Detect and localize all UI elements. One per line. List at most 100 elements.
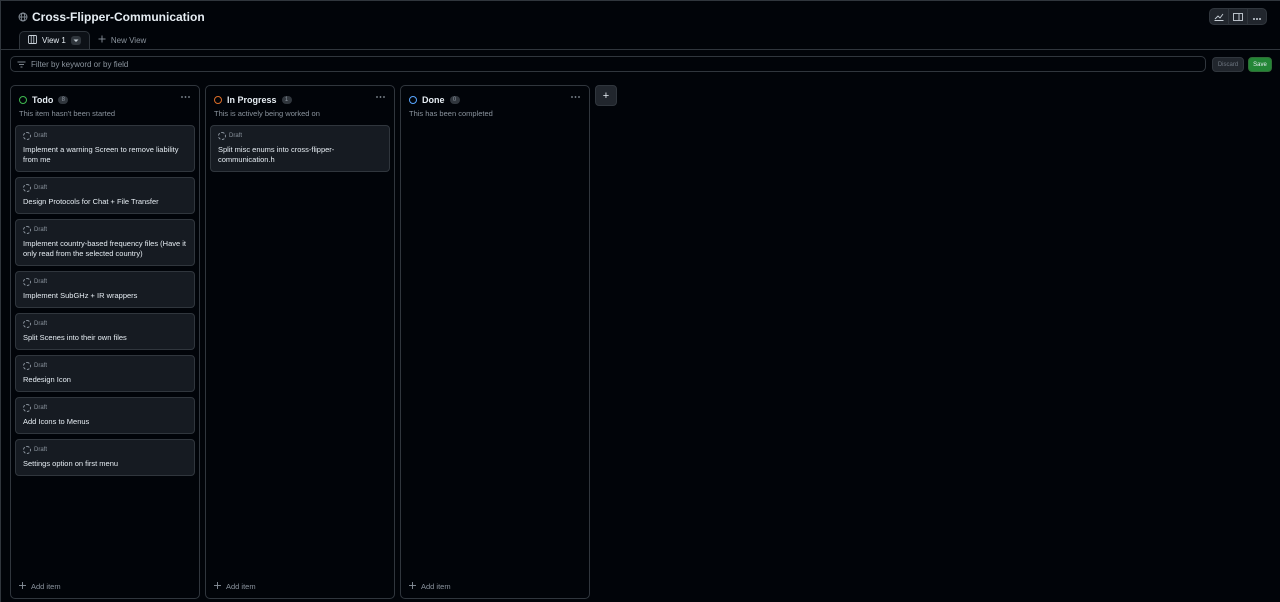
column-title: Todo <box>32 95 54 105</box>
board-card[interactable]: Draft Implement country-based frequency f… <box>15 219 195 266</box>
discard-button[interactable]: Discard <box>1212 57 1244 72</box>
draft-icon <box>23 184 31 192</box>
card-title[interactable]: Settings option on first menu <box>23 459 188 469</box>
kebab-icon <box>570 91 581 102</box>
draft-row: Draft <box>23 226 188 234</box>
insights-button[interactable] <box>1210 9 1229 24</box>
title-row: Cross-Flipper-Communication <box>18 10 205 24</box>
graph-icon <box>1214 9 1224 24</box>
column-description: This has been completed <box>409 109 493 118</box>
status-circle-icon <box>214 96 222 104</box>
chevron-down-icon <box>73 36 79 45</box>
filter-input[interactable] <box>31 59 631 69</box>
sidebar-icon <box>1233 9 1243 24</box>
draft-row: Draft <box>23 184 188 192</box>
draft-row: Draft <box>23 446 188 454</box>
draft-label: Draft <box>34 321 48 327</box>
count-badge: 1 <box>281 96 292 104</box>
globe-icon <box>18 12 28 22</box>
add-item-button[interactable]: Add item <box>409 582 451 591</box>
plus-icon <box>409 582 416 591</box>
filter-icon <box>17 55 26 73</box>
tab-view-1[interactable]: View 1 <box>19 31 90 49</box>
filter-bar <box>10 56 1206 72</box>
column-header: Todo 8 <box>19 94 191 106</box>
board-card[interactable]: Draft Add Icons to Menus <box>15 397 195 434</box>
card-title[interactable]: Split misc enums into cross-flipper-comm… <box>218 145 383 165</box>
board-icon <box>28 35 37 46</box>
draft-icon <box>23 278 31 286</box>
toggle-sidebar-button[interactable] <box>1229 9 1248 24</box>
board-card[interactable]: Draft Settings option on first menu <box>15 439 195 476</box>
status-circle-icon <box>409 96 417 104</box>
column-header: Done 0 <box>409 94 581 106</box>
kebab-icon <box>1252 9 1262 24</box>
board-card[interactable]: Draft Redesign Icon <box>15 355 195 392</box>
draft-label: Draft <box>34 363 48 369</box>
kebab-icon <box>180 91 191 102</box>
status-circle-icon <box>19 96 27 104</box>
draft-icon <box>23 404 31 412</box>
column-title: Done <box>422 95 445 105</box>
draft-label: Draft <box>34 447 48 453</box>
draft-icon <box>23 446 31 454</box>
add-item-label: Add item <box>226 582 256 591</box>
add-column-button[interactable]: + <box>595 85 617 106</box>
board-card[interactable]: Draft Split misc enums into cross-flipper… <box>210 125 390 172</box>
card-list: Draft Implement a warning Screen to remov… <box>15 125 195 481</box>
column-menu-button[interactable] <box>375 92 386 102</box>
draft-icon <box>218 132 226 140</box>
draft-row: Draft <box>23 320 188 328</box>
card-title[interactable]: Implement a warning Screen to remove lia… <box>23 145 188 165</box>
column-title: In Progress <box>227 95 277 105</box>
add-item-label: Add item <box>31 582 61 591</box>
draft-row: Draft <box>218 132 383 140</box>
card-title[interactable]: Design Protocols for Chat + File Transfe… <box>23 197 188 207</box>
new-view-button[interactable]: New View <box>98 31 146 49</box>
board-card[interactable]: Draft Design Protocols for Chat + File Tr… <box>15 177 195 214</box>
count-badge: 0 <box>449 96 460 104</box>
more-options-button[interactable] <box>1248 9 1266 24</box>
board-card[interactable]: Draft Implement SubGHz + IR wrappers <box>15 271 195 308</box>
column-menu-button[interactable] <box>570 92 581 102</box>
add-item-button[interactable]: Add item <box>214 582 256 591</box>
project-header: Cross-Flipper-Communication View 1 New V… <box>1 1 1280 50</box>
page-title: Cross-Flipper-Communication <box>32 10 205 24</box>
column-in-progress: In Progress 1 This is actively being wor… <box>205 85 395 599</box>
add-item-button[interactable]: Add item <box>19 582 61 591</box>
column-menu-button[interactable] <box>180 92 191 102</box>
add-item-label: Add item <box>421 582 451 591</box>
draft-label: Draft <box>34 185 48 191</box>
draft-row: Draft <box>23 404 188 412</box>
draft-row: Draft <box>23 362 188 370</box>
column-description: This is actively being worked on <box>214 109 320 118</box>
draft-row: Draft <box>23 278 188 286</box>
card-title[interactable]: Redesign Icon <box>23 375 188 385</box>
card-list: Draft Split misc enums into cross-flipper… <box>210 125 390 177</box>
board-card[interactable]: Draft Split Scenes into their own files <box>15 313 195 350</box>
card-title[interactable]: Split Scenes into their own files <box>23 333 188 343</box>
draft-icon <box>23 320 31 328</box>
draft-icon <box>23 226 31 234</box>
card-title[interactable]: Add Icons to Menus <box>23 417 188 427</box>
draft-label: Draft <box>34 279 48 285</box>
column-header: In Progress 1 <box>214 94 386 106</box>
plus-icon <box>214 582 221 591</box>
draft-icon <box>23 362 31 370</box>
column-done: Done 0 This has been completed Add item <box>400 85 590 599</box>
view-options-button[interactable] <box>70 36 81 45</box>
board-card[interactable]: Draft Implement a warning Screen to remov… <box>15 125 195 172</box>
header-actions <box>1209 8 1267 25</box>
card-title[interactable]: Implement country-based frequency files … <box>23 239 188 259</box>
draft-row: Draft <box>23 132 188 140</box>
new-view-label: New View <box>110 35 147 45</box>
draft-label: Draft <box>34 405 48 411</box>
column-description: This item hasn't been started <box>19 109 116 118</box>
plus-icon <box>98 35 106 45</box>
draft-label: Draft <box>34 227 48 233</box>
tab-label: View 1 <box>42 36 66 45</box>
save-button[interactable]: Save <box>1248 57 1272 72</box>
plus-icon <box>19 582 26 591</box>
kebab-icon <box>375 91 386 102</box>
card-title[interactable]: Implement SubGHz + IR wrappers <box>23 291 188 301</box>
